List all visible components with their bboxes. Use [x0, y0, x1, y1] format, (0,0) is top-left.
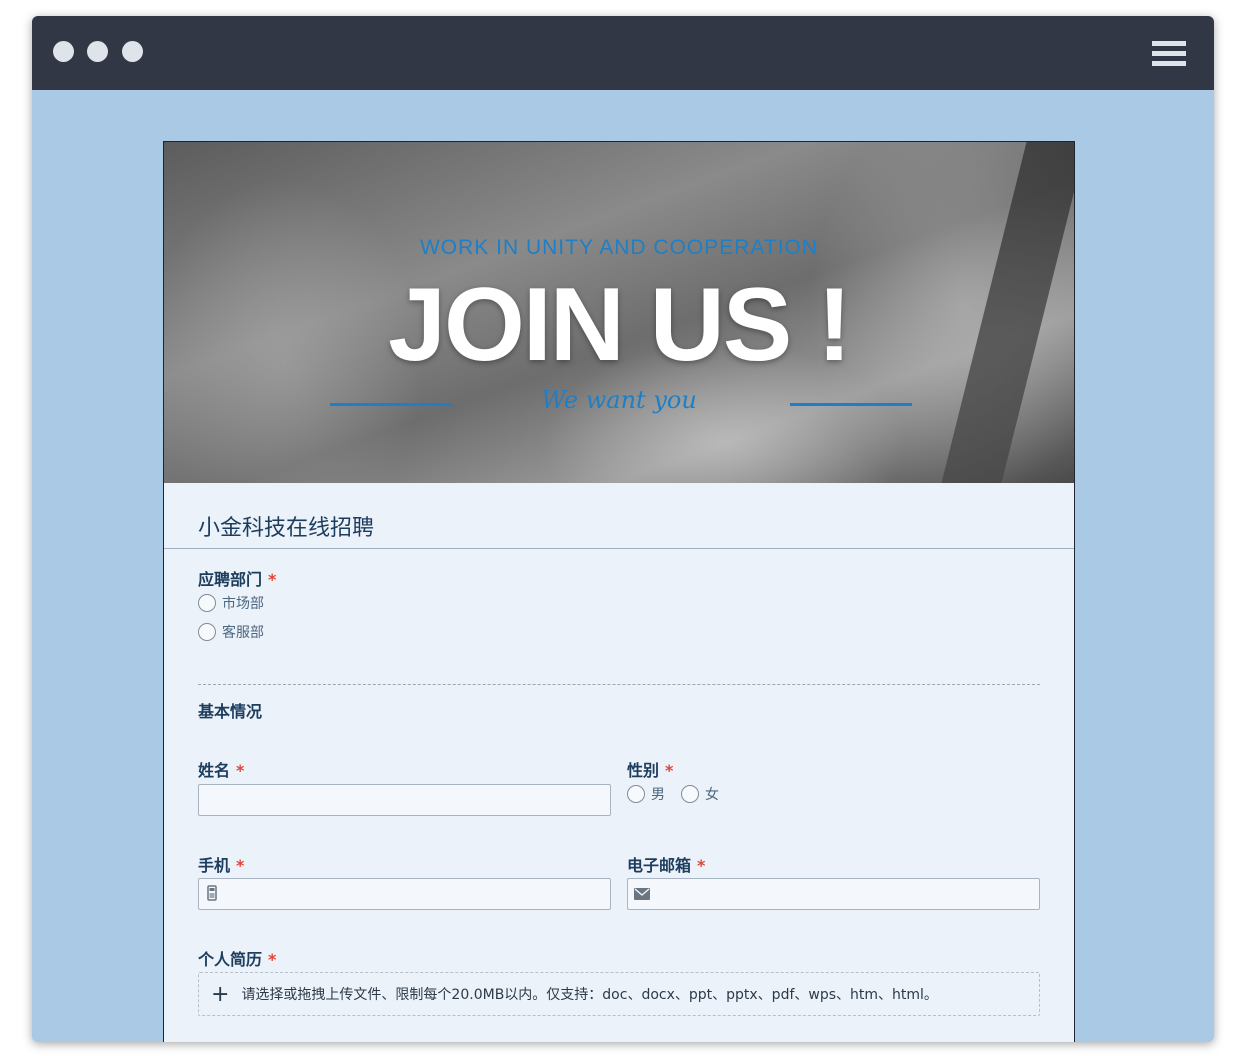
- phone-input[interactable]: [198, 878, 611, 910]
- required-star: *: [665, 761, 674, 780]
- required-star: *: [268, 950, 277, 969]
- name-label: 姓名 *: [198, 757, 244, 781]
- department-label: 应聘部门 *: [198, 566, 276, 590]
- radio-button[interactable]: [627, 785, 645, 803]
- window-minimize-dot[interactable]: [87, 41, 108, 62]
- gender-label-text: 性别: [627, 761, 660, 780]
- hamburger-menu-icon[interactable]: [1152, 41, 1186, 67]
- name-input[interactable]: [198, 784, 611, 816]
- required-star: *: [236, 856, 245, 875]
- resume-label-text: 个人简历: [198, 950, 263, 969]
- resume-upload-dropzone[interactable]: + 请选择或拖拽上传文件、限制每个20.0MB以内。仅支持：doc、docx、p…: [198, 972, 1040, 1016]
- plus-icon: +: [211, 981, 230, 1007]
- banner-script-text: We want you: [541, 386, 697, 414]
- gender-option-female[interactable]: 女: [681, 784, 719, 804]
- upload-hint: 请选择或拖拽上传文件、限制每个20.0MB以内。仅支持：doc、docx、ppt…: [241, 987, 938, 1003]
- phone-icon: [207, 885, 217, 905]
- option-label: 男: [651, 787, 665, 803]
- department-option-service[interactable]: 客服部: [198, 622, 264, 642]
- required-star: *: [697, 856, 706, 875]
- department-label-text: 应聘部门: [198, 570, 263, 589]
- recruitment-form: WORK IN UNITY AND COOPERATION JOIN US ! …: [163, 141, 1075, 1042]
- radio-button[interactable]: [681, 785, 699, 803]
- email-label: 电子邮箱 *: [627, 852, 705, 876]
- window-maximize-dot[interactable]: [122, 41, 143, 62]
- gender-label: 性别 *: [627, 757, 673, 781]
- option-label: 女: [705, 787, 719, 803]
- form-title: 小金科技在线招聘: [198, 516, 375, 541]
- phone-label-text: 手机: [198, 856, 231, 875]
- required-star: *: [236, 761, 245, 780]
- window-close-dot[interactable]: [53, 41, 74, 62]
- radio-button[interactable]: [198, 623, 216, 641]
- resume-label: 个人简历 *: [198, 946, 276, 970]
- email-label-text: 电子邮箱: [627, 856, 692, 875]
- title-divider: [164, 548, 1074, 549]
- phone-label: 手机 *: [198, 852, 244, 876]
- radio-button[interactable]: [198, 594, 216, 612]
- window-titlebar: [32, 16, 1214, 90]
- option-label: 客服部: [222, 625, 264, 641]
- gender-option-male[interactable]: 男: [627, 784, 665, 804]
- section-basic-heading: 基本情况: [198, 702, 263, 721]
- browser-window: WORK IN UNITY AND COOPERATION JOIN US ! …: [32, 16, 1214, 1042]
- required-star: *: [268, 570, 277, 589]
- email-input[interactable]: [627, 878, 1040, 910]
- department-option-marketing[interactable]: 市场部: [198, 593, 264, 613]
- option-label: 市场部: [222, 596, 264, 612]
- join-us-banner: WORK IN UNITY AND COOPERATION JOIN US ! …: [164, 142, 1074, 483]
- name-label-text: 姓名: [198, 761, 231, 780]
- banner-subtitle: WORK IN UNITY AND COOPERATION: [419, 236, 819, 259]
- section-divider: [198, 684, 1040, 685]
- gender-options: 男 女: [627, 784, 735, 804]
- banner-title: JOIN US !: [388, 267, 852, 383]
- envelope-icon: [634, 888, 650, 904]
